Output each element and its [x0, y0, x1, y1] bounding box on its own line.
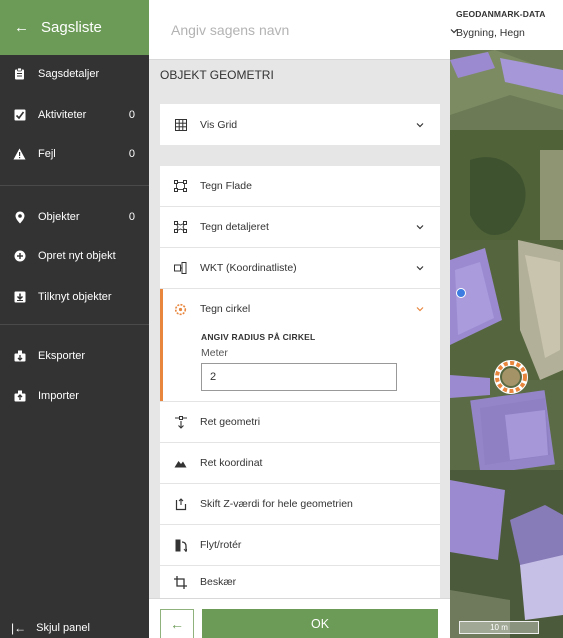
- collapse-left-icon: |←: [11, 620, 27, 635]
- sidebar-item-label: Sagsdetaljer: [38, 68, 100, 80]
- sidebar-divider: [0, 324, 149, 325]
- export-icon: [13, 350, 26, 363]
- crop-action[interactable]: Beskær: [160, 566, 440, 598]
- sidebar-divider: [0, 185, 149, 186]
- section-title: OBJEKT GEOMETRI: [160, 68, 274, 82]
- chevron-down-icon: [416, 266, 424, 271]
- grid-card: Vis Grid: [160, 104, 440, 145]
- chevron-down-icon: [416, 225, 424, 230]
- case-name-input[interactable]: [171, 21, 421, 38]
- tool-label: WKT (Koordinatliste): [200, 262, 297, 274]
- action-label: Ret geometri: [200, 416, 261, 428]
- sidebar-item-aktiviteter[interactable]: Aktiviteter 0: [0, 102, 149, 128]
- sidebar-item-importer[interactable]: Importer: [0, 383, 149, 409]
- show-grid-toggle[interactable]: Vis Grid: [160, 104, 440, 145]
- mountain-icon: [174, 457, 187, 470]
- tool-label: Tegn detaljeret: [200, 221, 269, 233]
- error-count: 0: [128, 148, 135, 160]
- edit-geometry-action[interactable]: Ret geometri: [160, 402, 440, 442]
- download-box-icon: [13, 291, 26, 304]
- sidebar-item-sagsdetaljer[interactable]: Sagsdetaljer: [0, 61, 149, 87]
- hide-panel-label: Skjul panel: [36, 621, 90, 634]
- panel-footer: ← OK: [149, 598, 450, 638]
- sidebar-item-objekter[interactable]: Objekter 0: [0, 204, 149, 230]
- sidebar-item-label: Tilknyt objekter: [38, 291, 112, 303]
- drawing-tools-card: Tegn Flade Tegn detaljeret WKT (Koordina…: [160, 166, 440, 598]
- draw-circle-tool[interactable]: Tegn cirkel: [160, 289, 440, 329]
- grid-icon: [174, 118, 187, 131]
- hide-panel-button[interactable]: |← Skjul panel: [0, 617, 149, 638]
- meter-label: Meter: [201, 347, 228, 359]
- chevron-down-icon: [416, 307, 424, 312]
- sidebar: ← Sagsliste Sagsdetaljer Aktiviteter 0 F…: [0, 0, 149, 638]
- layer-select-value: Bygning, Hegn: [456, 27, 525, 39]
- move-rotate-icon: [174, 539, 187, 552]
- polygon-icon: [174, 180, 187, 193]
- draw-detailed-tool[interactable]: Tegn detaljeret: [160, 207, 440, 247]
- data-source-title: GEODANMARK-DATA: [456, 9, 546, 19]
- sidebar-item-eksporter[interactable]: Eksporter: [0, 343, 149, 369]
- tool-label: Tegn cirkel: [200, 303, 251, 315]
- edit-coordinate-action[interactable]: Ret koordinat: [160, 443, 440, 483]
- warning-icon: [13, 148, 26, 161]
- object-count: 0: [128, 211, 135, 223]
- change-z-value-action[interactable]: Skift Z-værdi for hele geometrien: [160, 484, 440, 524]
- import-icon: [13, 390, 26, 403]
- checklist-icon: [13, 109, 26, 122]
- map-view[interactable]: GEODANMARK-DATA Bygning, Hegn 10 m: [450, 0, 563, 638]
- ok-button[interactable]: OK: [202, 609, 438, 638]
- clipboard-icon: [13, 68, 26, 81]
- chevron-down-icon: [450, 29, 458, 34]
- action-label: Beskær: [200, 576, 237, 588]
- back-arrow-icon[interactable]: ←: [14, 19, 29, 36]
- detailed-polygon-icon: [174, 221, 187, 234]
- activity-count: 0: [128, 109, 135, 121]
- map-scale-bar: 10 m: [459, 621, 539, 634]
- sidebar-item-label: Opret nyt objekt: [38, 250, 116, 262]
- map-aerial-image: [450, 0, 563, 638]
- wkt-coordinate-list-tool[interactable]: WKT (Koordinatliste): [160, 248, 440, 288]
- sidebar-header[interactable]: ← Sagsliste: [0, 0, 149, 55]
- chevron-down-icon: [416, 122, 424, 127]
- map-layer-selector[interactable]: GEODANMARK-DATA Bygning, Hegn: [450, 0, 563, 50]
- sidebar-item-label: Aktiviteter: [38, 109, 87, 121]
- sidebar-item-label: Fejl: [38, 148, 56, 160]
- sidebar-item-tilknyt-objekter[interactable]: Tilknyt objekter: [0, 284, 149, 310]
- sidebar-item-label: Objekter: [38, 211, 80, 223]
- crop-icon: [174, 575, 187, 589]
- action-label: Skift Z-værdi for hele geometrien: [200, 498, 353, 510]
- back-button[interactable]: ←: [160, 609, 194, 638]
- map-pin-icon: [13, 211, 26, 224]
- z-value-icon: [174, 497, 187, 511]
- edit-vertex-icon: [174, 415, 187, 429]
- grid-label: Vis Grid: [200, 118, 238, 131]
- circle-icon: [174, 303, 187, 316]
- geometry-panel: OBJEKT GEOMETRI Vis Grid Tegn Flade Tegn…: [149, 0, 450, 638]
- radius-input[interactable]: [201, 363, 397, 391]
- action-label: Flyt/rotér: [200, 539, 242, 551]
- sidebar-item-fejl[interactable]: Fejl 0: [0, 141, 149, 167]
- plus-circle-icon: [13, 250, 26, 263]
- action-label: Ret koordinat: [200, 457, 263, 469]
- coordinate-list-icon: [174, 262, 187, 275]
- sidebar-item-label: Eksporter: [38, 350, 86, 362]
- draw-area-tool[interactable]: Tegn Flade: [160, 166, 440, 206]
- tool-label: Tegn Flade: [200, 180, 252, 192]
- sidebar-item-opret-nyt-objekt[interactable]: Opret nyt objekt: [0, 243, 149, 269]
- move-rotate-action[interactable]: Flyt/rotér: [160, 525, 440, 565]
- sidebar-title: Sagsliste: [41, 19, 102, 36]
- case-name-header: [149, 0, 450, 60]
- sidebar-item-label: Importer: [38, 390, 79, 402]
- radius-label: ANGIV RADIUS PÅ CIRKEL: [201, 332, 316, 342]
